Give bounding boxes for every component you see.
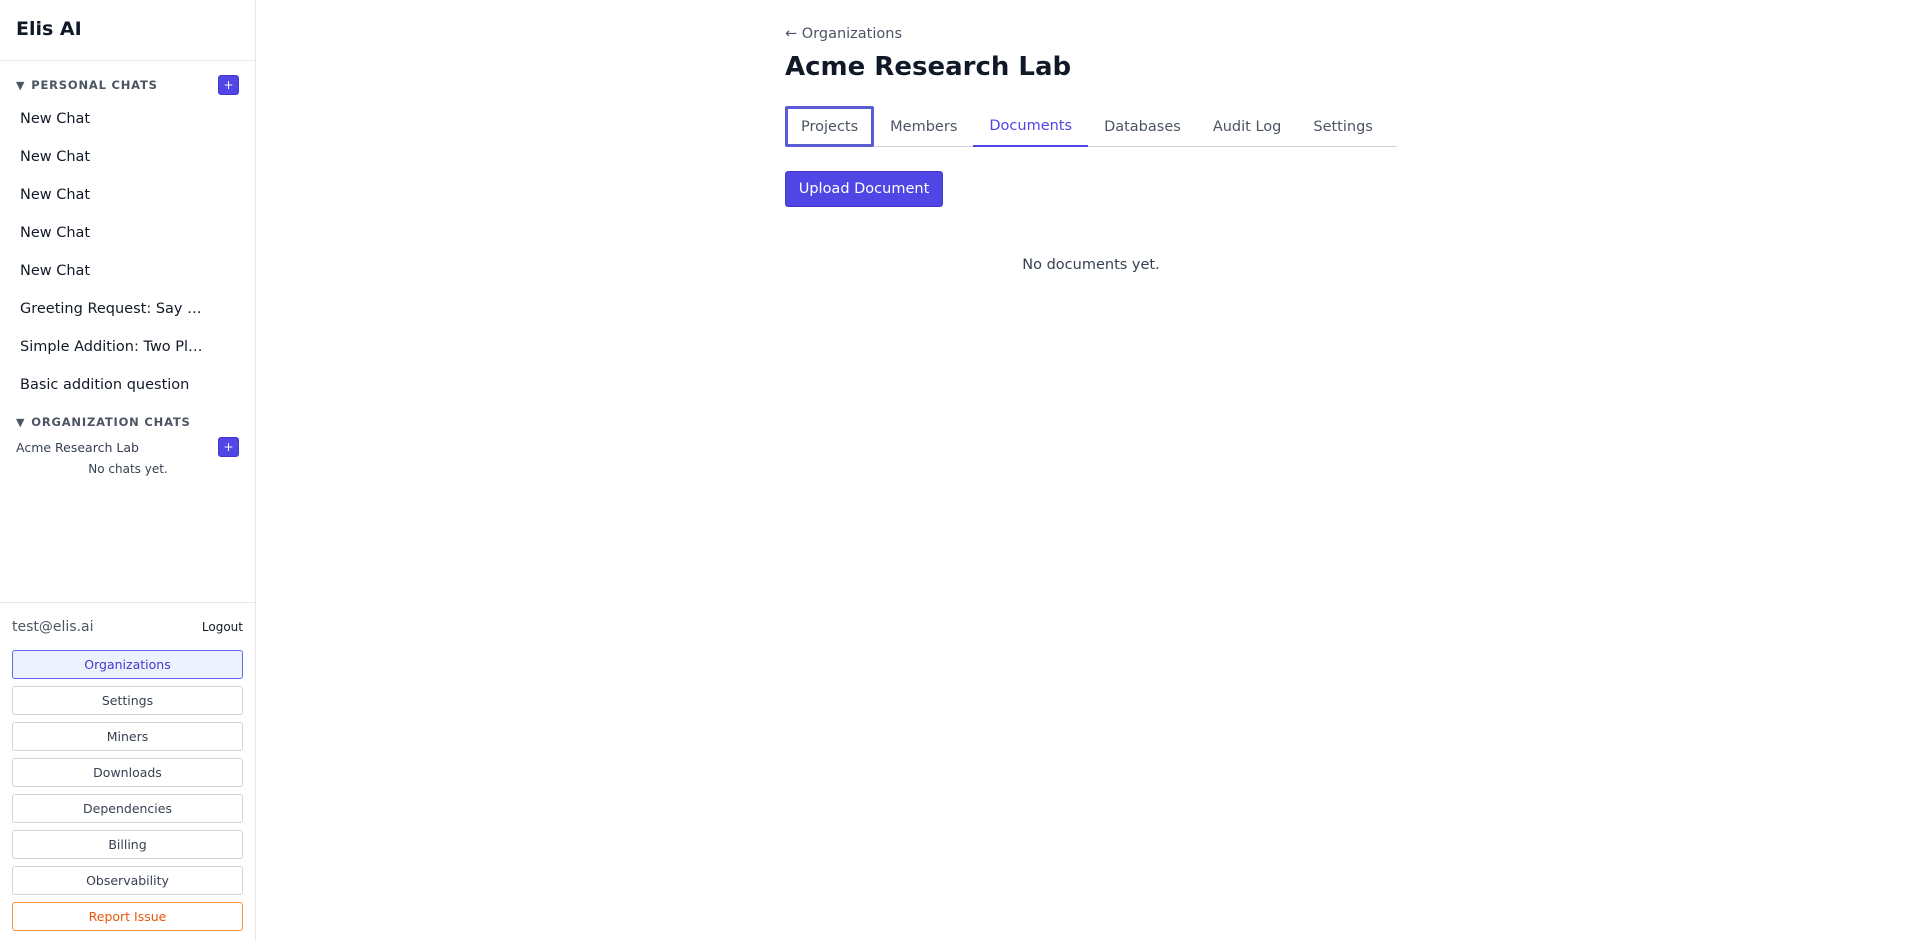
- settings-button[interactable]: Settings: [12, 686, 243, 715]
- chat-item[interactable]: New Chat: [0, 138, 255, 176]
- chat-item[interactable]: New Chat: [0, 252, 255, 290]
- chat-item[interactable]: New Chat: [0, 176, 255, 214]
- sidebar: Elis AI ▼ PERSONAL CHATS + New Chat New …: [0, 0, 256, 941]
- app-title: Elis AI: [0, 0, 255, 61]
- tab-audit-log[interactable]: Audit Log: [1197, 106, 1298, 147]
- chat-item[interactable]: New Chat: [0, 214, 255, 252]
- upload-document-button[interactable]: Upload Document: [785, 171, 943, 207]
- organization-chats-toggle[interactable]: ▼ ORGANIZATION CHATS: [16, 415, 191, 429]
- caret-down-icon: ▼: [16, 415, 26, 429]
- dependencies-button[interactable]: Dependencies: [12, 794, 243, 823]
- page-title: Acme Research Lab: [785, 52, 1072, 82]
- downloads-button[interactable]: Downloads: [12, 758, 243, 787]
- chat-item[interactable]: Greeting Request: Say …: [0, 290, 255, 328]
- main-content: ← Organizations Acme Research Lab Projec…: [257, 0, 1920, 941]
- personal-chats-toggle[interactable]: ▼ PERSONAL CHATS: [16, 78, 158, 92]
- new-organization-chat-button[interactable]: +: [218, 437, 239, 457]
- back-to-organizations-link[interactable]: ← Organizations: [785, 26, 902, 42]
- documents-empty-state: No documents yet.: [1022, 257, 1160, 273]
- organization-empty-state: No chats yet.: [88, 462, 168, 476]
- tab-databases[interactable]: Databases: [1088, 106, 1197, 147]
- user-email: test@elis.ai: [12, 619, 94, 635]
- miners-button[interactable]: Miners: [12, 722, 243, 751]
- new-personal-chat-button[interactable]: +: [218, 75, 239, 95]
- organization-chats-title: ORGANIZATION CHATS: [31, 415, 191, 429]
- organization-chats-header: ▼ ORGANIZATION CHATS: [16, 412, 239, 432]
- organization-name: Acme Research Lab: [16, 439, 139, 455]
- caret-down-icon: ▼: [16, 78, 26, 92]
- tab-projects[interactable]: Projects: [785, 106, 875, 147]
- chat-item[interactable]: Basic addition question: [0, 366, 255, 404]
- user-row: test@elis.ai Logout: [12, 617, 243, 637]
- organization-row: Acme Research Lab +: [16, 437, 239, 457]
- sidebar-footer: test@elis.ai Logout Organizations Settin…: [0, 602, 255, 941]
- personal-chats-title: PERSONAL CHATS: [31, 78, 158, 92]
- personal-chat-list: New Chat New Chat New Chat New Chat New …: [0, 100, 255, 404]
- organizations-button[interactable]: Organizations: [12, 650, 243, 679]
- tab-members[interactable]: Members: [874, 106, 973, 147]
- tab-documents[interactable]: Documents: [973, 106, 1089, 147]
- tab-settings[interactable]: Settings: [1297, 106, 1388, 147]
- organization-tabs: Projects Members Documents Databases Aud…: [785, 106, 1397, 147]
- chat-item[interactable]: Simple Addition: Two Pl…: [0, 328, 255, 366]
- chat-item[interactable]: New Chat: [0, 100, 255, 138]
- logout-button[interactable]: Logout: [202, 620, 243, 634]
- personal-chats-header: ▼ PERSONAL CHATS +: [16, 75, 239, 95]
- billing-button[interactable]: Billing: [12, 830, 243, 859]
- report-issue-button[interactable]: Report Issue: [12, 902, 243, 931]
- observability-button[interactable]: Observability: [12, 866, 243, 895]
